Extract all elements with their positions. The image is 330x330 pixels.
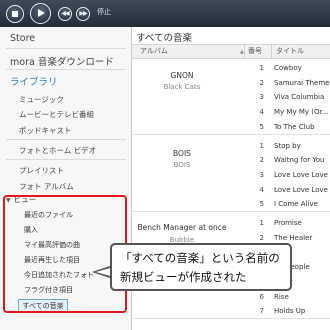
track-title: I Come Alive [274, 200, 318, 209]
column-divider [244, 45, 245, 58]
track-title: Samurai Theme [274, 78, 330, 87]
track-number: 1 [259, 141, 264, 150]
divider [6, 139, 126, 140]
callout-line-1: 「すべての音楽」という名前の [120, 251, 280, 265]
stop-button[interactable] [6, 5, 24, 23]
album-name: BOIS [173, 160, 191, 169]
track-number: 1 [259, 219, 264, 227]
group-separator [132, 133, 330, 135]
sidebar-item-movies-tv[interactable]: ムービーとテレビ番組 [19, 109, 94, 120]
track-number: 5 [259, 122, 264, 131]
track-number: 6 [259, 292, 264, 301]
column-title[interactable]: タイトル [276, 46, 304, 56]
divider [6, 69, 126, 70]
track-number: 3 [259, 93, 264, 102]
group-separator [132, 211, 330, 212]
next-track-button[interactable]: ▶▶ [76, 7, 90, 21]
table-row[interactable]: 3 Love Love Love [244, 168, 330, 182]
track-title: To The Club [274, 122, 315, 131]
sidebar-item-podcasts[interactable]: ポッドキャスト [19, 125, 72, 136]
track-number: 2 [259, 233, 264, 242]
playback-status: 停止 [97, 8, 111, 16]
track-title: Stop by [274, 141, 301, 150]
track-title: My My My (Or... [274, 108, 329, 117]
table-row[interactable]: 6 Rise [244, 290, 330, 304]
player-toolbar: ◀◀ ▶▶ 停止 [0, 0, 330, 27]
album-artist: GNON [170, 71, 194, 80]
table-row[interactable]: 1 Cowboy [244, 61, 330, 75]
table-row[interactable]: 1 Stop by [244, 139, 330, 153]
play-button[interactable] [30, 3, 51, 24]
group-separator [132, 317, 330, 319]
table-row[interactable]: 2 Samurai Theme [244, 76, 330, 90]
track-number: 7 [259, 307, 264, 316]
track-number: 2 [259, 78, 264, 87]
sidebar-item-photo-video[interactable]: フォトとホーム ビデオ [19, 145, 96, 156]
track-title: Holds Up [274, 307, 306, 316]
sidebar-item-mora[interactable]: mora 音楽ダウンロード [10, 54, 114, 68]
album-artist: BOIS [173, 148, 191, 158]
album-group[interactable]: GNON Black Cats [132, 61, 244, 135]
callout: 「すべての音楽」という名前の 新規ビューが作成された [110, 243, 292, 291]
track-title: Cowboy [274, 64, 302, 72]
track-number: 5 [259, 200, 264, 209]
divider [6, 159, 126, 160]
track-title: Rise [274, 292, 289, 301]
track-title: Love Love Love [274, 170, 328, 179]
next-track-icon: ▶▶ [79, 10, 87, 17]
track-number: 4 [259, 108, 264, 117]
page-title: すべての音楽 [136, 33, 192, 44]
table-row[interactable]: 3 Viva Columbia [244, 90, 330, 104]
album-group[interactable]: BOIS BOIS [132, 139, 244, 213]
track-title: The Healer [274, 233, 313, 242]
track-number: 4 [259, 185, 264, 194]
callout-tail-inner [96, 268, 110, 276]
sidebar-item-playlist[interactable]: プレイリスト [19, 165, 64, 176]
table-row[interactable]: 7 Holds Up [244, 304, 330, 318]
album-artist: Bench Manager at once [137, 223, 227, 232]
sidebar-item-photo-album[interactable]: フォト アルバム [19, 181, 74, 192]
table-row[interactable]: 1 Promise [244, 216, 330, 230]
table-row[interactable]: 2 Waitng for You [244, 153, 330, 167]
table-row[interactable]: 4 Love Love Love [244, 183, 330, 197]
sidebar-item-library[interactable]: ライブラリ [10, 74, 58, 88]
callout-line-2: 新規ビューが作成された [120, 270, 247, 284]
track-number: 1 [259, 64, 264, 72]
track-title: Waitng for You [274, 156, 325, 165]
track-title: Viva Columbia [274, 93, 325, 102]
table-row[interactable]: 4 My My My (Or... [244, 105, 330, 119]
album-name: Black Cats [163, 83, 201, 91]
previous-track-icon: ◀◀ [61, 10, 69, 17]
sidebar-item-music[interactable]: ミュージック [19, 94, 64, 105]
previous-track-button[interactable]: ◀◀ [58, 7, 72, 21]
sort-arrow-icon: ▲ [240, 49, 244, 55]
table-row[interactable]: 5 I Come Alive [244, 197, 330, 211]
divider [6, 48, 126, 49]
column-album[interactable]: アルバム [140, 46, 168, 56]
column-number[interactable]: 番号 [248, 46, 262, 56]
track-title: Love Love Love [274, 185, 328, 194]
table-row[interactable]: 5 To The Club [244, 120, 330, 134]
track-number: 3 [259, 170, 264, 179]
track-title: Promise [274, 219, 302, 227]
column-divider [271, 45, 272, 58]
column-header: アルバム ▲ 番号 タイトル [132, 44, 330, 59]
highlight-box [3, 195, 127, 313]
sidebar-item-store[interactable]: Store [10, 33, 35, 44]
track-number: 2 [259, 156, 264, 165]
